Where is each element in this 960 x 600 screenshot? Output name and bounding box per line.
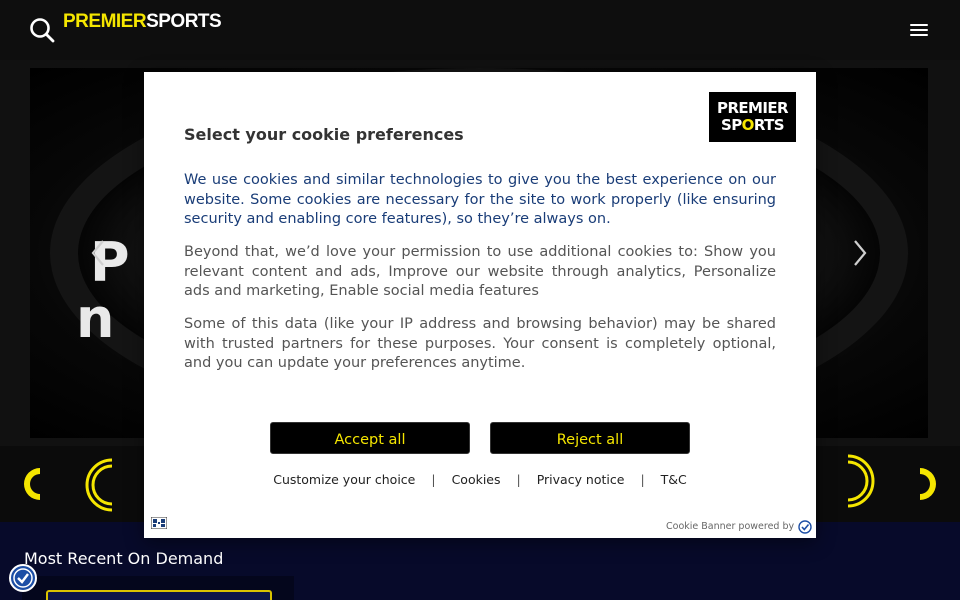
powered-by-check-icon[interactable] bbox=[798, 519, 812, 534]
modal-footer-links: Customize your choice | Cookies | Privac… bbox=[144, 472, 816, 487]
link-separator: | bbox=[431, 472, 436, 487]
privacy-notice-link[interactable]: Privacy notice bbox=[537, 472, 625, 487]
modal-logo-line1: PREMIER bbox=[717, 99, 789, 117]
modal-title: Select your cookie preferences bbox=[184, 125, 464, 144]
link-separator: | bbox=[640, 472, 645, 487]
modal-logo-rts: RTS bbox=[753, 116, 785, 134]
modal-logo: PREMIER SPORTS bbox=[709, 92, 796, 142]
modal-logo-o: O bbox=[741, 116, 755, 134]
cookie-paragraph-sharing: Some of this data (like your IP address … bbox=[184, 316, 776, 371]
cookie-paragraph-intro: We use cookies and similar technologies … bbox=[184, 172, 776, 227]
cookie-paragraph-purposes: Beyond that, we’d love your permission t… bbox=[184, 244, 776, 299]
terms-link[interactable]: T&C bbox=[661, 472, 687, 487]
accept-all-button[interactable]: Accept all bbox=[270, 422, 470, 454]
link-separator: | bbox=[516, 472, 521, 487]
qr-code-icon[interactable] bbox=[150, 514, 168, 530]
cookie-consent-modal: PREMIER SPORTS Select your cookie prefer… bbox=[144, 72, 816, 538]
modal-logo-sp: SP bbox=[721, 116, 742, 134]
cookies-link[interactable]: Cookies bbox=[452, 472, 501, 487]
reject-all-button[interactable]: Reject all bbox=[490, 422, 690, 454]
customize-choice-link[interactable]: Customize your choice bbox=[273, 472, 415, 487]
modal-overlay: PREMIER SPORTS Select your cookie prefer… bbox=[0, 0, 960, 600]
powered-by-text: Cookie Banner powered by bbox=[666, 521, 795, 532]
